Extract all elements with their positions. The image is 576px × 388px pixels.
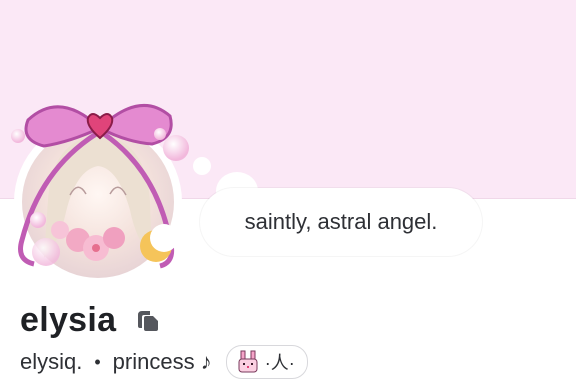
custom-status-bubble[interactable]: saintly, astral angel. [200,188,482,256]
status-text: saintly, astral angel. [244,209,438,234]
name-row: elysia [20,300,162,340]
display-name: elysia [20,300,117,339]
avatar[interactable] [0,90,210,280]
copy-icon[interactable] [134,306,162,334]
separator-dot: • [94,351,101,372]
clan-tag-text: ·人· [264,353,295,373]
thought-bubble-dot [193,157,211,175]
subtitle-row: elysiq. • princess ♪ ·人· [20,344,308,380]
clan-tag-badge[interactable]: ·人· [225,345,308,379]
bunny-icon [235,349,261,375]
username[interactable]: elysiq. [20,349,82,375]
pronouns: princess ♪ [112,349,212,374]
